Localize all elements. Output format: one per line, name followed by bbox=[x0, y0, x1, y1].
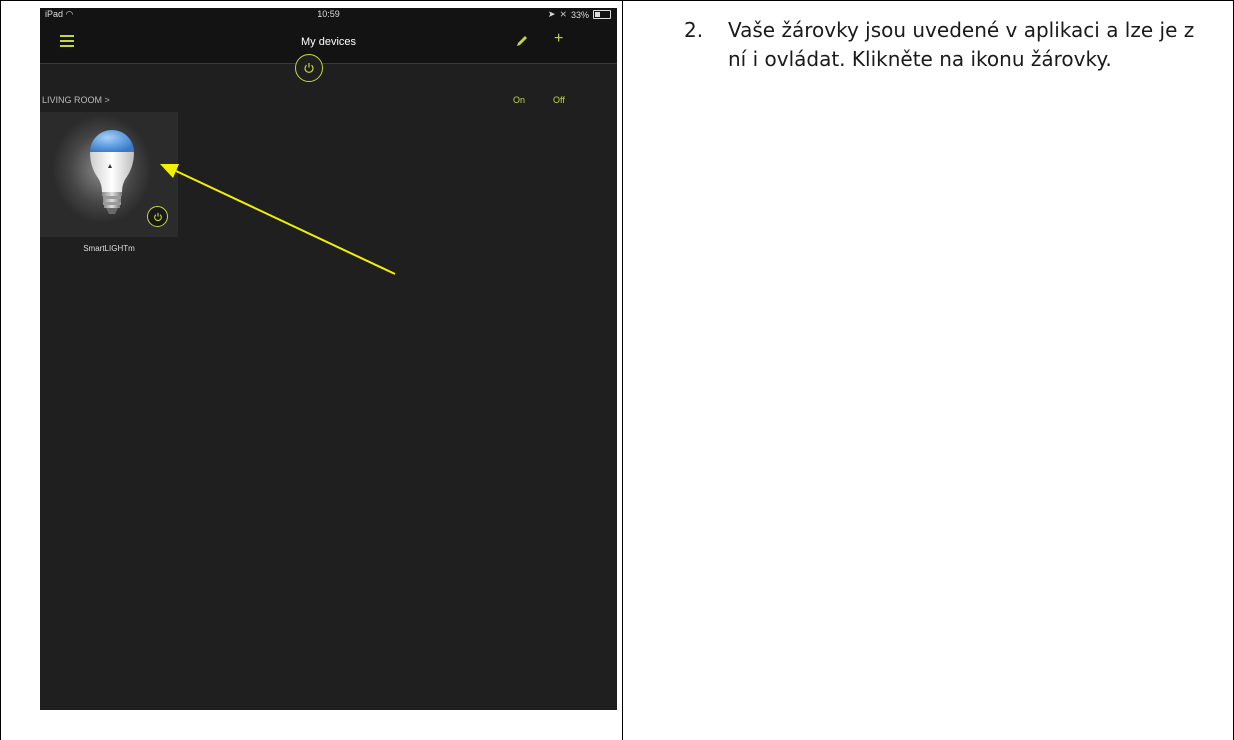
step-text: Vaše žárovky jsou uvedené v aplikaci a l… bbox=[728, 18, 1195, 71]
table-column-divider bbox=[622, 0, 623, 740]
step-number: 2. bbox=[684, 18, 704, 42]
annotation-arrow bbox=[160, 164, 396, 275]
table-top-border bbox=[0, 0, 1234, 1]
table-left-border bbox=[0, 0, 1, 740]
ipad-screenshot: iPad ◠ 10:59 ➤ ⨯ 33% My devices + LIVING… bbox=[40, 8, 617, 710]
